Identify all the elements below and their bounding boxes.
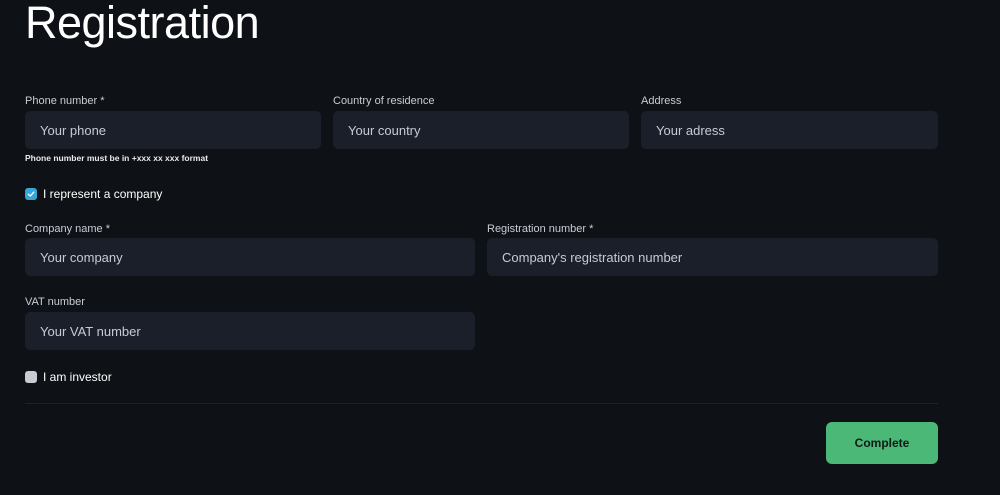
registration-page: Registration Phone number * Phone number… [0, 0, 1000, 495]
vat-input[interactable] [25, 312, 475, 350]
investor-checkbox[interactable] [25, 371, 37, 383]
phone-label: Phone number * [25, 95, 105, 107]
registration-number-label: Registration number * [487, 223, 594, 235]
phone-format-hint: Phone number must be in +xxx xx xxx form… [25, 153, 209, 163]
address-label: Address [641, 95, 682, 107]
company-checkbox-row[interactable]: I represent a company [25, 187, 162, 201]
registration-number-input[interactable] [487, 238, 938, 276]
company-checkbox[interactable] [25, 188, 37, 200]
check-icon [27, 191, 35, 197]
company-checkbox-label: I represent a company [43, 187, 163, 201]
page-title: Registration [25, 0, 260, 48]
investor-checkbox-row[interactable]: I am investor [25, 370, 112, 384]
country-input[interactable] [333, 111, 629, 149]
address-input[interactable] [641, 111, 938, 149]
vat-label: VAT number [25, 296, 85, 308]
company-name-label: Company name * [25, 223, 110, 235]
company-name-input[interactable] [25, 238, 475, 276]
form-divider [25, 403, 938, 404]
complete-button[interactable]: Complete [826, 422, 938, 464]
country-label: Country of residence [333, 95, 435, 107]
phone-input[interactable] [25, 111, 321, 149]
investor-checkbox-label: I am investor [43, 370, 112, 384]
